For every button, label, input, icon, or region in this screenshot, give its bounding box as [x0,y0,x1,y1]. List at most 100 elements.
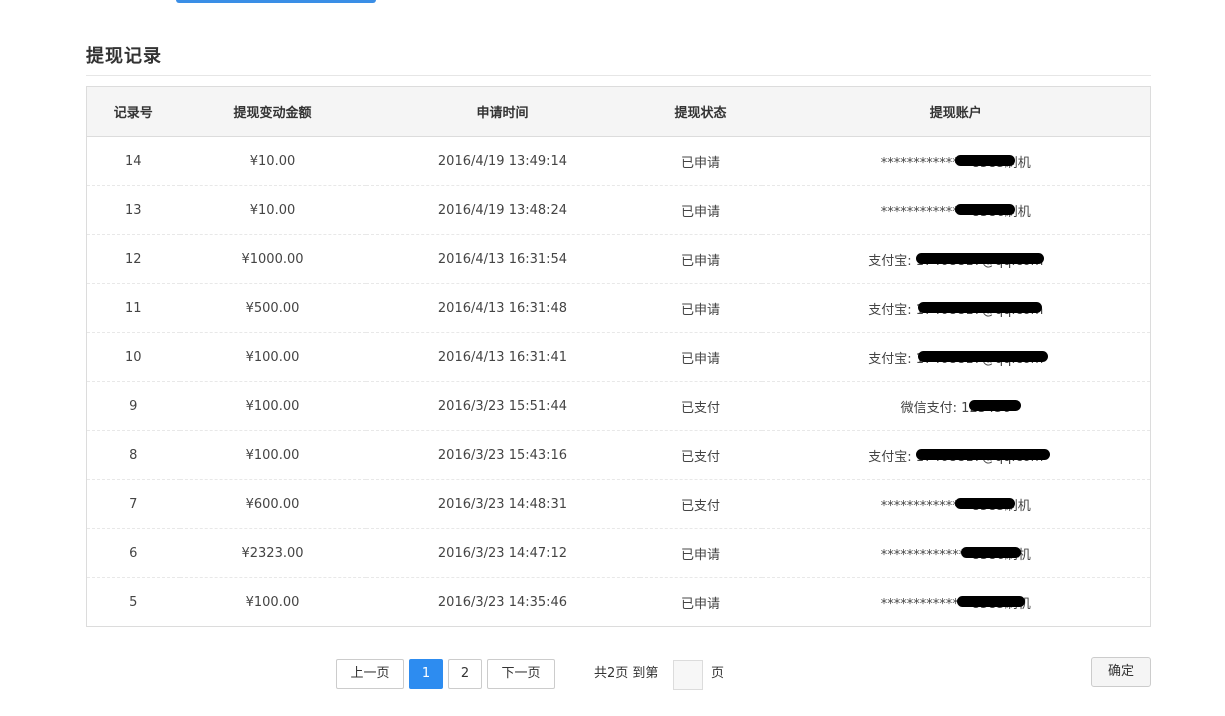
account-value: 微信支付: 123456 [901,397,1021,416]
cell-record-id: 10 [86,332,180,382]
cell-record-id: 8 [86,430,180,480]
cell-status: 已申请 [639,332,762,382]
cell-amount: ¥10.00 [179,136,366,186]
cell-apply-time: 2016/4/13 16:31:41 [365,332,640,382]
cell-account: 支付宝: 17408817@qq.com [761,234,1151,284]
cell-status: 已申请 [639,234,762,284]
cell-record-id: 12 [86,234,180,284]
next-page-button[interactable]: 下一页 [487,659,555,689]
cell-account: **************8386刷机 [761,528,1151,578]
cell-apply-time: 2016/4/13 16:31:54 [365,234,640,284]
cell-status: 已支付 [639,479,762,529]
cell-status: 已申请 [639,185,762,235]
cell-account: 支付宝: 17408817@qq.com [761,283,1151,333]
cell-status: 已申请 [639,528,762,578]
cell-amount: ¥100.00 [179,381,366,431]
cell-account: 支付宝: 17408817@qq.com [761,332,1151,382]
cell-apply-time: 2016/3/23 14:48:31 [365,479,640,529]
table-row: 12¥1000.002016/4/13 16:31:54已申请 支付宝: 1740… [86,234,1151,284]
account-value: 支付宝: 17408817@qq.com [868,299,1043,318]
active-tab-indicator[interactable] [176,0,376,3]
cell-record-id: 6 [86,528,180,578]
cell-apply-time: 2016/4/19 13:48:24 [365,185,640,235]
cell-record-id: 7 [86,479,180,529]
withdrawal-records-table: 记录号 提现变动金额 申请时间 提现状态 提现账户 14 ¥10.00 2016/4… [86,86,1151,627]
cell-status: 已申请 [639,136,762,186]
redaction-mark [954,498,1015,509]
cell-amount: ¥10.00 [179,185,366,235]
cell-apply-time: 2016/3/23 14:47:12 [365,528,640,578]
page-title: 提现记录 [86,46,162,67]
redaction-mark [954,204,1015,215]
header-account: 提现账户 [761,86,1151,137]
cell-apply-time: 2016/4/19 13:49:14 [365,136,640,186]
cell-apply-time: 2016/3/23 14:35:46 [437,594,568,610]
redaction-mark [954,155,1015,166]
cell-account: 微信支付: 123456 [761,381,1151,431]
cell-account: **************8585刷机 [761,479,1151,529]
table-row: 14¥10.002016/4/19 13:49:14已申请 ***********… [86,136,1151,186]
table-row: 13¥10.002016/4/19 13:48:24已申请 ***********… [86,185,1151,235]
cell-status: 已支付 [639,381,762,431]
header-apply-time: 申请时间 [365,86,640,137]
table-header: 记录号 提现变动金额 申请时间 提现状态 提现账户 [86,86,1151,137]
table-row: 11¥500.002016/4/13 16:31:48已申请 支付宝: 17408… [86,283,1151,333]
prev-page-button[interactable]: 上一页 [336,659,404,689]
redaction-mark [960,547,1021,558]
page-jump-input[interactable] [673,660,703,690]
cell-account: **************8386刷机 [761,185,1151,235]
cell-amount: ¥2323.00 [179,528,366,578]
account-value: **************8585刷机 [881,495,1031,514]
cell-status: 已申请 [639,283,762,333]
page-unit-label: 页 [711,666,725,681]
table-row: 7¥600.002016/3/23 14:48:31已支付 ***********… [86,479,1151,529]
account-value: **************8585刷机 [881,152,1031,171]
cell-status: 已申请 [680,596,720,612]
account-value: **************8386刷机 [881,201,1031,220]
cell-account: **************8585刷机 [762,578,1151,627]
header-record-id: 记录号 [86,86,180,137]
cell-record-id: 13 [86,185,180,235]
header-status: 提现状态 [639,86,762,137]
redaction-mark [918,351,1049,362]
cell-apply-time: 2016/3/23 15:51:44 [365,381,640,431]
confirm-jump-button[interactable]: 确定 [1091,657,1151,687]
redaction-mark [916,253,1045,264]
table-row: 6 ¥2323.00 2016/3/23 14:47:12 已申请 **********… [86,528,1151,578]
account-value: **************8585刷机 [881,593,1031,612]
redaction-mark [918,302,1043,313]
cell-amount: ¥100.00 [245,594,300,610]
title-divider [86,75,1151,76]
table-header-row: 记录号 提现变动金额 申请时间 提现状态 提现账户 [86,86,1151,137]
cell-record-id: 11 [86,283,180,333]
redaction-mark [916,449,1051,460]
redaction-mark [968,400,1021,411]
cell-amount: ¥100.00 [179,332,366,382]
cell-apply-time: 2016/4/13 16:31:48 [365,283,640,333]
page-2-button[interactable]: 2 [448,659,482,689]
table-row: 8¥100.002016/3/23 15:43:16已支付 支付宝: 174088… [86,430,1151,480]
account-value: 支付宝: 17408817@qq.com [868,348,1049,367]
table-row: 9 ¥100.00 2016/3/23 15:51:44 已支付 微信支付: 12345… [86,381,1151,431]
cell-amount: ¥100.00 [179,430,366,480]
cell-amount: ¥600.00 [179,479,366,529]
account-value: 支付宝: 17408817@qq.com [868,446,1051,465]
total-pages-label: 共2页 到第 [594,666,659,681]
cell-amount: ¥1000.00 [179,234,366,284]
redaction-mark [956,596,1025,607]
cell-record-id: 5 [129,594,138,610]
table-row: 5 ¥100.00 2016/3/23 14:35:46 已申请 ***********… [87,578,1151,627]
cell-record-id: 9 [86,381,180,431]
cell-account: **************8585刷机 [761,136,1151,186]
account-value: 支付宝: 17408817@qq.com [868,250,1045,269]
account-value: **************8386刷机 [881,544,1031,563]
table-row: 10¥100.002016/4/13 16:31:41已申请 支付宝: 17408… [86,332,1151,382]
cell-apply-time: 2016/3/23 15:43:16 [365,430,640,480]
header-amount: 提现变动金额 [179,86,366,137]
cell-account: 支付宝: 17408817@qq.com [761,430,1151,480]
cell-status: 已支付 [639,430,762,480]
cell-record-id: 14 [86,136,180,186]
table-body: 14¥10.002016/4/19 13:49:14已申请***********… [86,136,1151,627]
page-1-button[interactable]: 1 [409,659,443,689]
cell-amount: ¥500.00 [179,283,366,333]
